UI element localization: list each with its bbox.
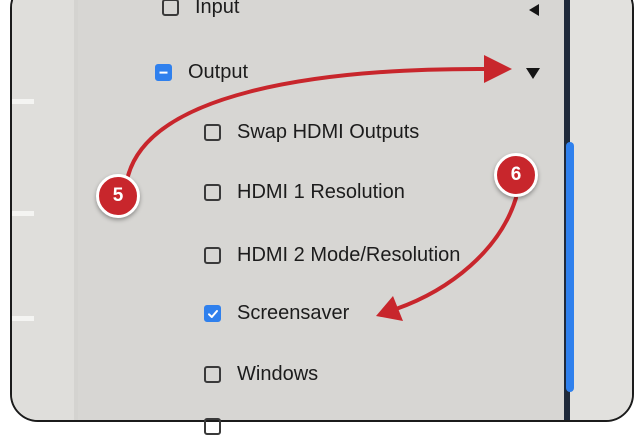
badge-number: 5: [112, 185, 124, 206]
annotation-arrow-5: [126, 66, 490, 178]
annotation-badge-6: 6: [494, 153, 538, 197]
arrowhead-icon: [484, 55, 512, 83]
annotation-arrow-6: [394, 196, 518, 311]
badge-number: 6: [510, 164, 522, 185]
annotation-badge-5: 5: [96, 174, 140, 218]
annotation-arrows: [126, 55, 518, 321]
